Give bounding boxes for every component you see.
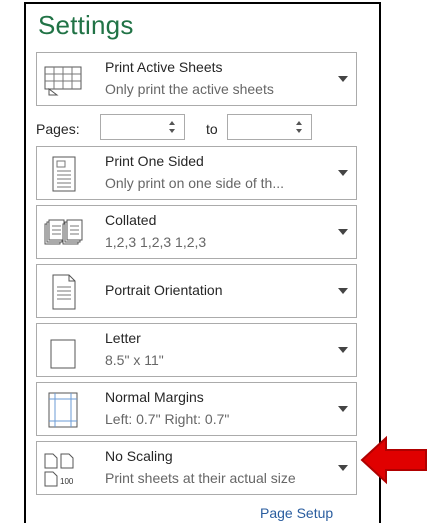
spin-down-icon[interactable] <box>296 129 302 133</box>
pages-range-row: Pages: to <box>36 114 357 142</box>
settings-panel: Settings Print Active Sheets Only print … <box>24 2 381 523</box>
chevron-down-icon <box>338 229 348 235</box>
collated-pages-icon <box>44 219 83 245</box>
paper-size-desc: 8.5" x 11" <box>105 352 164 368</box>
collation-dropdown[interactable]: Collated 1,2,3 1,2,3 1,2,3 <box>36 205 357 259</box>
margins-dropdown[interactable]: Normal Margins Left: 0.7" Right: 0.7" <box>36 382 357 436</box>
settings-title: Settings <box>38 10 134 40</box>
margins-page-icon <box>48 392 78 428</box>
sides-desc: Only print on one side of th... <box>105 175 284 191</box>
collation-label: Collated <box>105 212 157 228</box>
collation-desc: 1,2,3 1,2,3 1,2,3 <box>105 234 207 250</box>
pages-to-label: to <box>206 121 218 137</box>
chevron-down-icon <box>338 347 348 353</box>
letter-page-icon <box>50 339 76 369</box>
spin-up-icon[interactable] <box>169 121 175 125</box>
one-sided-page-icon <box>52 156 76 192</box>
print-what-label: Print Active Sheets <box>105 59 223 75</box>
scaling-100-icon: 100 <box>44 453 74 487</box>
red-arrow-annotation-icon <box>360 435 427 485</box>
scaling-label: No Scaling <box>105 448 173 464</box>
svg-text:100: 100 <box>60 477 74 486</box>
sides-dropdown[interactable]: Print One Sided Only print on one side o… <box>36 146 357 200</box>
scaling-desc: Print sheets at their actual size <box>105 470 296 486</box>
spin-down-icon[interactable] <box>169 129 175 133</box>
chevron-down-icon <box>338 288 348 294</box>
pages-from-spinner[interactable] <box>100 114 185 140</box>
scaling-dropdown[interactable]: 100 No Scaling Print sheets at their act… <box>36 441 357 495</box>
chevron-down-icon <box>338 406 348 412</box>
orientation-dropdown[interactable]: Portrait Orientation <box>36 264 357 318</box>
chevron-down-icon <box>338 76 348 82</box>
orientation-label: Portrait Orientation <box>105 282 223 298</box>
print-what-desc: Only print the active sheets <box>105 81 274 97</box>
paper-size-label: Letter <box>105 330 141 346</box>
spin-up-icon[interactable] <box>296 121 302 125</box>
portrait-page-icon <box>52 274 76 310</box>
margins-label: Normal Margins <box>105 389 204 405</box>
chevron-down-icon <box>338 465 348 471</box>
paper-size-dropdown[interactable]: Letter 8.5" x 11" <box>36 323 357 377</box>
chevron-down-icon <box>338 170 348 176</box>
sides-label: Print One Sided <box>105 153 204 169</box>
sheet-grid-icon <box>44 66 82 96</box>
margins-desc: Left: 0.7" Right: 0.7" <box>105 411 230 427</box>
pages-to-spinner[interactable] <box>227 114 312 140</box>
pages-label: Pages: <box>36 121 80 137</box>
print-what-dropdown[interactable]: Print Active Sheets Only print the activ… <box>36 52 357 106</box>
